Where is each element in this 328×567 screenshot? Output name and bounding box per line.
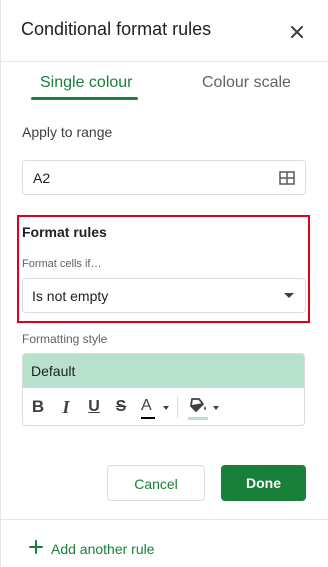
- chevron-down-icon: [213, 406, 219, 410]
- done-button[interactable]: Done: [221, 465, 306, 501]
- conditional-format-panel: Conditional format rules Single colour C…: [0, 0, 328, 567]
- range-input-value[interactable]: A2: [33, 170, 50, 186]
- formatting-style-box: Default B I U S A: [22, 353, 305, 426]
- text-color-icon: A: [139, 397, 157, 419]
- format-cells-if-label: Format cells if…: [22, 258, 102, 270]
- fill-color-swatch: [188, 417, 208, 420]
- style-preview[interactable]: Default: [23, 354, 304, 388]
- condition-dropdown[interactable]: Is not empty: [22, 278, 306, 313]
- rule-type-tabs: Single colour Colour scale: [1, 62, 328, 104]
- text-color-swatch: [141, 417, 155, 419]
- footer-divider: [1, 519, 328, 520]
- plus-icon: [29, 540, 43, 554]
- chevron-down-icon: [163, 406, 169, 410]
- paint-bucket-icon: [187, 397, 209, 420]
- underline-button[interactable]: U: [85, 397, 103, 417]
- close-icon[interactable]: [287, 22, 307, 42]
- range-input[interactable]: A2: [22, 160, 306, 195]
- active-tab-indicator: [31, 97, 138, 100]
- bold-button[interactable]: B: [29, 397, 47, 417]
- done-button-label: Done: [246, 475, 281, 491]
- tab-single-colour[interactable]: Single colour: [40, 74, 133, 92]
- add-another-rule-label: Add another rule: [51, 541, 155, 557]
- panel-header: Conditional format rules: [1, 0, 328, 62]
- condition-dropdown-value: Is not empty: [32, 288, 109, 304]
- cancel-button-label: Cancel: [134, 476, 178, 492]
- text-color-button[interactable]: A: [139, 397, 169, 419]
- fill-color-button[interactable]: [187, 397, 219, 420]
- toolbar-divider: [177, 396, 178, 418]
- style-preview-text: Default: [31, 363, 76, 379]
- text-color-letter: A: [141, 397, 152, 414]
- tab-colour-scale[interactable]: Colour scale: [202, 74, 291, 92]
- format-rules-title: Format rules: [22, 224, 107, 240]
- grid-select-icon[interactable]: [279, 170, 295, 186]
- apply-to-range-label: Apply to range: [22, 124, 113, 140]
- italic-button[interactable]: I: [57, 397, 75, 417]
- cancel-button[interactable]: Cancel: [107, 465, 205, 501]
- panel-title: Conditional format rules: [21, 19, 212, 39]
- strikethrough-button[interactable]: S: [112, 397, 130, 417]
- style-toolbar: B I U S A: [23, 388, 304, 425]
- dropdown-arrow-icon: [284, 293, 294, 298]
- formatting-style-label: Formatting style: [22, 332, 108, 346]
